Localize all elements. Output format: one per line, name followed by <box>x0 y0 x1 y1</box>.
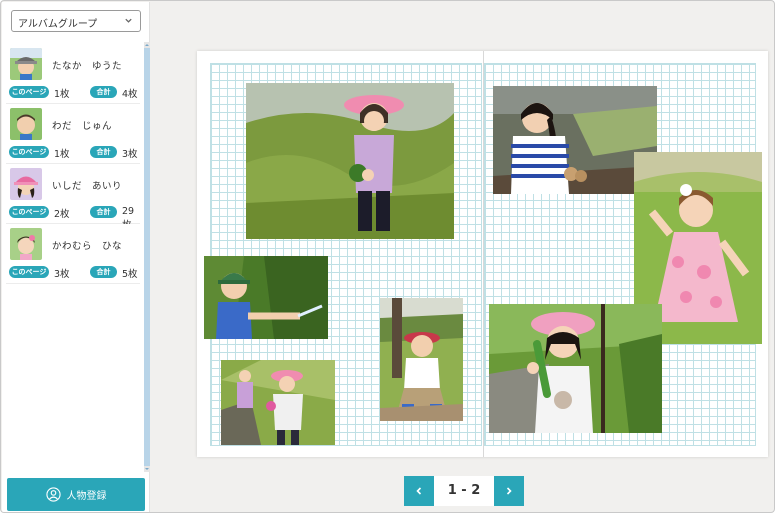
total-badge: 合計 <box>90 266 117 278</box>
person-name: わだ じゅん <box>52 121 113 132</box>
person-item[interactable]: かわむら ひな このページ 3枚 合計 5枚 <box>6 224 140 284</box>
app-window: アルバムグループ たなか ゆうた このページ 1枚 合計 4枚 わだ じゅん こ… <box>0 0 775 513</box>
chevron-down-icon <box>125 18 132 23</box>
person-sidebar: アルバムグループ たなか ゆうた このページ 1枚 合計 4枚 わだ じゅん こ… <box>2 2 150 512</box>
scrollbar-thumb[interactable] <box>144 48 150 466</box>
person-name: たなか ゆうた <box>52 61 123 72</box>
total-count: 4枚 <box>122 89 138 100</box>
album-photo[interactable] <box>380 298 463 421</box>
prev-page-button[interactable] <box>404 476 434 506</box>
person-item[interactable]: いしだ あいり このページ 2枚 合計 29枚 <box>6 164 140 231</box>
page-count: 1枚 <box>54 149 70 160</box>
page-fold-divider <box>483 51 484 457</box>
total-count: 3枚 <box>122 149 138 160</box>
register-person-button[interactable]: 人物登録 <box>7 478 145 511</box>
this-page-badge: このページ <box>9 86 49 98</box>
avatar <box>10 108 42 140</box>
next-page-button[interactable] <box>494 476 524 506</box>
album-photo[interactable] <box>493 86 657 194</box>
avatar <box>10 168 42 200</box>
avatar <box>10 228 42 260</box>
person-item[interactable]: たなか ゆうた このページ 1枚 合計 4枚 <box>6 44 140 104</box>
album-photo[interactable] <box>489 304 662 433</box>
person-name: いしだ あいり <box>52 181 123 192</box>
album-photo[interactable] <box>204 256 328 339</box>
page-indicator: 1 - 2 <box>434 476 494 506</box>
total-count: 5枚 <box>122 269 138 280</box>
album-photo[interactable] <box>221 360 335 445</box>
page-pager: 1 - 2 <box>404 476 524 506</box>
total-badge: 合計 <box>90 206 117 218</box>
person-name: かわむら ひな <box>52 241 123 252</box>
avatar <box>10 48 42 80</box>
chevron-left-icon <box>416 487 422 495</box>
page-count: 3枚 <box>54 269 70 280</box>
user-circle-icon <box>45 487 61 502</box>
album-group-select[interactable]: アルバムグループ <box>11 10 141 32</box>
register-person-label: 人物登録 <box>66 491 107 502</box>
total-badge: 合計 <box>90 146 117 158</box>
total-badge: 合計 <box>90 86 117 98</box>
scroll-down-icon[interactable] <box>144 466 150 472</box>
chevron-right-icon <box>506 487 512 495</box>
this-page-badge: このページ <box>9 266 49 278</box>
this-page-badge: このページ <box>9 206 49 218</box>
person-list: たなか ゆうた このページ 1枚 合計 4枚 わだ じゅん このページ 1枚 合… <box>6 44 140 284</box>
sidebar-scrollbar[interactable] <box>144 42 150 472</box>
album-photo[interactable] <box>246 83 454 239</box>
this-page-badge: このページ <box>9 146 49 158</box>
album-group-select-value: アルバムグループ <box>18 19 98 30</box>
person-item[interactable]: わだ じゅん このページ 1枚 合計 3枚 <box>6 104 140 164</box>
page-count: 1枚 <box>54 89 70 100</box>
album-spread <box>197 51 768 457</box>
page-count: 2枚 <box>54 209 70 220</box>
